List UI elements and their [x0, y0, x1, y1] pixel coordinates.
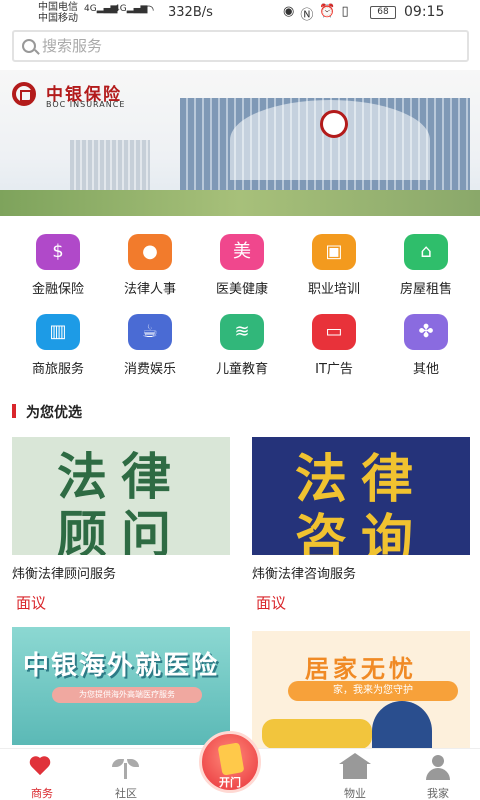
tab-community[interactable]: 社区 [86, 755, 166, 800]
piggy-bank-icon: $ [36, 234, 80, 270]
clock: 09:15 [404, 4, 445, 20]
banner-grass [0, 190, 480, 216]
product-image: 中银海外就医险 为您提供海外高端医疗服务 [12, 627, 230, 745]
category-child-education[interactable]: ≋ 儿童教育 [196, 310, 288, 380]
building-logo-icon [320, 110, 348, 138]
monitor-icon: ▭ [312, 314, 356, 350]
house-icon [339, 753, 371, 781]
person-illustration [372, 701, 432, 749]
key-phone-icon [217, 742, 245, 776]
section-accent-bar [12, 404, 16, 418]
category-legal-hr[interactable]: ● 法律人事 [104, 230, 196, 300]
category-entertainment[interactable]: ☕ 消费娱乐 [104, 310, 196, 380]
layers-icon: ≋ [220, 314, 264, 350]
coffee-cup-icon: ☕ [128, 314, 172, 350]
status-bar: 中国电信 中国移动 4G▂▄▆ 4G▂▄▆ ◠ 332B/s ◉ Ⓝ ⏰ ▯ 6… [0, 0, 480, 26]
category-finance-insurance[interactable]: $ 金融保险 [12, 230, 104, 300]
search-input[interactable] [42, 35, 442, 57]
search-box[interactable] [12, 30, 469, 62]
sofa-illustration [262, 719, 372, 749]
user-icon [423, 755, 453, 781]
four-petal-icon: ✤ [404, 314, 448, 350]
category-other[interactable]: ✤ 其他 [380, 310, 472, 380]
signal-1-icon: 4G▂▄▆ [84, 4, 118, 14]
category-vocational-training[interactable]: ▣ 职业培训 [288, 230, 380, 300]
nfc-icon: Ⓝ [300, 8, 314, 23]
brand-name-en: BOC INSURANCE [46, 100, 126, 109]
product-card-overseas-medical[interactable]: 中银海外就医险 为您提供海外高端医疗服务 [12, 627, 230, 745]
network-speed: 332B/s [168, 5, 213, 20]
beauty-icon: 美 [220, 234, 264, 270]
open-door-button[interactable]: 开门 [199, 731, 261, 793]
alarm-icon: ⏰ [319, 4, 336, 19]
section-title: 为您优选 [26, 405, 82, 421]
person-icon: ● [128, 234, 172, 270]
carrier-labels: 中国电信 中国移动 [38, 2, 78, 24]
product-card-home-care[interactable]: 居家无忧 家，我来为您守护 [252, 631, 470, 749]
sprout-icon [111, 755, 141, 781]
product-card-legal-consult[interactable]: 法律 咨询 炜衡法律咨询服务 面议 [252, 437, 470, 613]
training-icon: ▣ [312, 234, 356, 270]
product-price: 面议 [256, 594, 287, 612]
product-image: 法律 顾问 [12, 437, 230, 555]
status-icons: ◉ Ⓝ ⏰ ▯ [283, 4, 349, 23]
tab-business[interactable]: 商务 [2, 755, 82, 800]
product-title: 炜衡法律咨询服务 [252, 567, 357, 582]
vibrate-icon: ▯ [341, 4, 349, 19]
house-icon: ⌂ [404, 234, 448, 270]
battery-icon: 68 [370, 6, 396, 19]
product-card-legal-advisor[interactable]: 法律 顾问 炜衡法律顾问服务 面议 [12, 437, 230, 613]
eye-icon: ◉ [283, 4, 295, 19]
tab-my-home[interactable]: 我家 [398, 755, 478, 800]
tab-property[interactable]: 物业 [315, 753, 395, 800]
product-image: 居家无忧 家，我来为您守护 [252, 631, 470, 749]
search-icon [22, 39, 36, 53]
open-door-label: 开门 [219, 776, 241, 789]
product-title: 炜衡法律顾问服务 [12, 567, 117, 582]
heart-icon [27, 755, 57, 781]
product-price: 面议 [16, 594, 47, 612]
carrier-2: 中国移动 [38, 13, 78, 24]
category-housing[interactable]: ⌂ 房屋租售 [380, 230, 472, 300]
category-beauty-health[interactable]: 美 医美健康 [196, 230, 288, 300]
category-business-travel[interactable]: ▥ 商旅服务 [12, 310, 104, 380]
category-it-advertising[interactable]: ▭ IT广告 [288, 310, 380, 380]
product-image: 法律 咨询 [252, 437, 470, 555]
luggage-icon: ▥ [36, 314, 80, 350]
boc-logo-icon [12, 82, 36, 106]
carrier-1: 中国电信 [38, 2, 78, 13]
wifi-icon: ◠ [143, 3, 155, 18]
banner[interactable]: 中银保险 BOC INSURANCE [0, 70, 480, 216]
